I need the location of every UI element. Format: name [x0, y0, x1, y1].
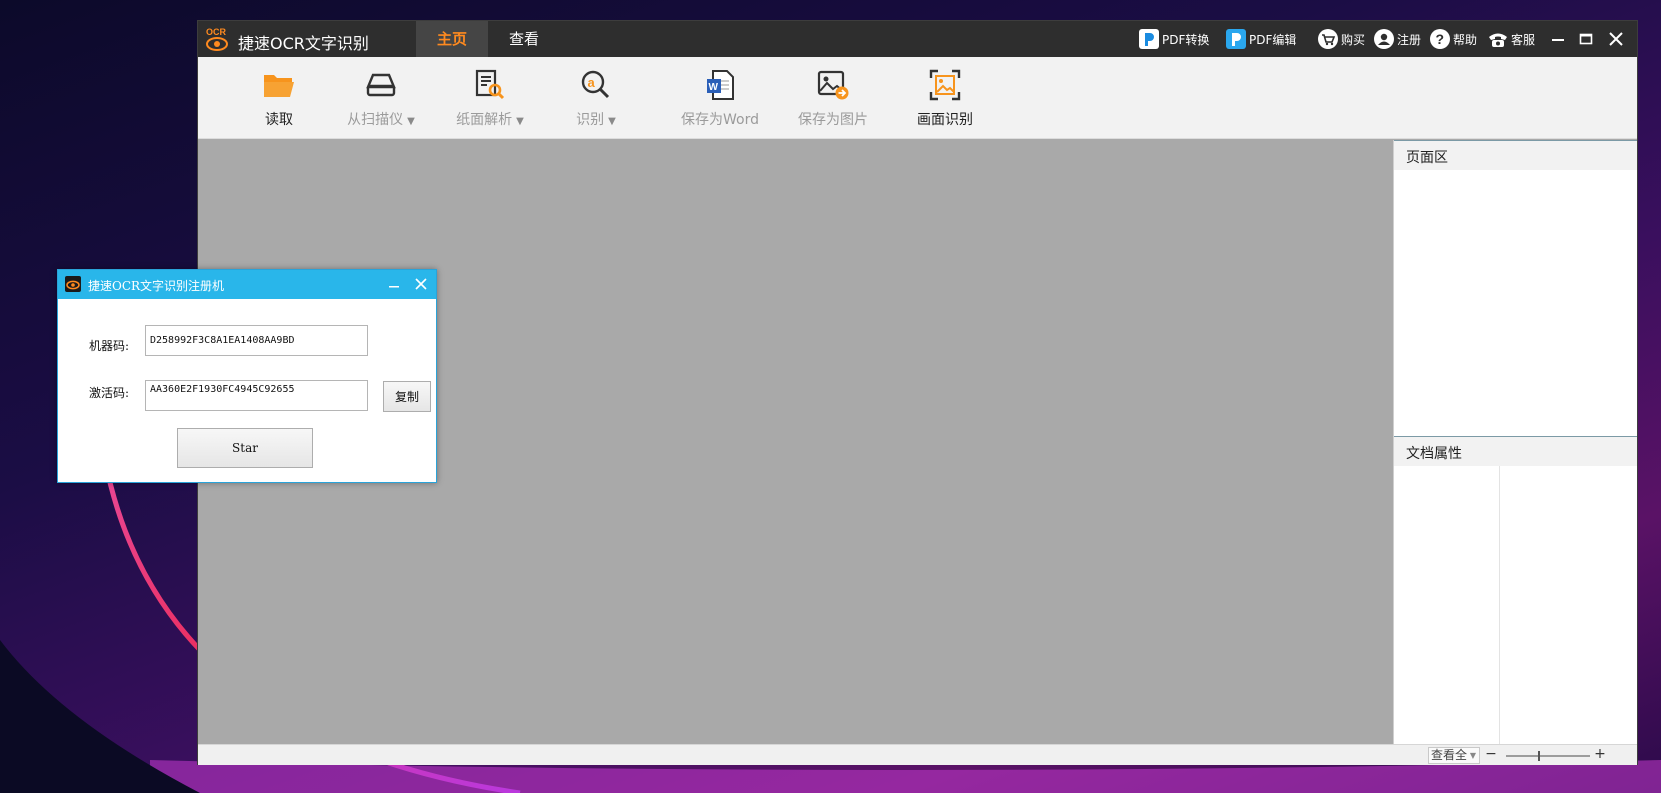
- toolbar: 读取 从扫描仪 ▼ 纸面解析 ▼ a 识别 ▼ W 保存为Word 保存为图片 …: [198, 57, 1637, 139]
- maximize-icon: [1579, 33, 1593, 45]
- page-parse-button[interactable]: 纸面解析 ▼: [445, 67, 535, 135]
- scanner-icon: [366, 73, 396, 97]
- save-word-button[interactable]: W 保存为Word: [678, 67, 762, 135]
- doc-props-header: 文档属性: [1394, 436, 1637, 466]
- dialog-title: 捷速OCR文字识别注册机: [88, 279, 225, 293]
- screen-ocr-button[interactable]: 画面识别: [910, 67, 980, 135]
- pdf-convert-link[interactable]: PDF转换: [1139, 28, 1209, 50]
- help-icon: ?: [1430, 29, 1450, 49]
- phone-icon: [1489, 33, 1507, 47]
- word-file-icon: W: [707, 70, 734, 100]
- folder-open-icon: [264, 75, 294, 97]
- help-label: 帮助: [1453, 32, 1478, 47]
- activation-code-label: 激活码:: [89, 386, 130, 400]
- save-image-button[interactable]: 保存为图片: [791, 67, 875, 135]
- screen-capture-icon: [929, 69, 961, 101]
- tab-view[interactable]: 查看: [488, 21, 560, 57]
- start-button[interactable]: Star: [177, 428, 313, 468]
- register-link[interactable]: 注册: [1374, 28, 1421, 50]
- recognize-icon: a: [581, 70, 610, 99]
- scanner-dropdown-icon: ▼: [407, 116, 415, 127]
- svg-text:?: ?: [1436, 31, 1445, 47]
- zoom-out-button[interactable]: −: [1484, 746, 1498, 762]
- minimize-button[interactable]: [1546, 27, 1570, 51]
- svg-text:OCR: OCR: [206, 27, 227, 37]
- pdf-convert-icon: [1139, 29, 1159, 49]
- close-icon: [415, 278, 427, 290]
- app-title: 捷速OCR文字识别: [238, 34, 369, 53]
- minimize-icon: [389, 286, 399, 288]
- minimize-icon: [1552, 39, 1564, 41]
- screen-ocr-label: 画面识别: [917, 112, 973, 128]
- title-bar: OCR 捷速OCR文字识别 主页 查看 PDF转换 PDF编辑 购买 注册 ? …: [198, 21, 1637, 57]
- service-link[interactable]: 客服: [1488, 28, 1535, 50]
- page-parse-label: 纸面解析: [456, 112, 513, 128]
- svg-text:a: a: [588, 75, 596, 90]
- cart-icon: [1318, 29, 1338, 49]
- pdf-edit-label: PDF编辑: [1249, 32, 1297, 47]
- ocr-logo-icon: OCR: [205, 25, 231, 53]
- zoom-slider[interactable]: [1506, 755, 1590, 757]
- zoom-in-button[interactable]: +: [1593, 746, 1607, 762]
- read-label: 读取: [265, 112, 293, 128]
- svg-text:W: W: [709, 82, 719, 93]
- chevron-down-icon: ▼: [1469, 751, 1476, 760]
- service-label: 客服: [1511, 32, 1536, 47]
- help-link[interactable]: ? 帮助: [1430, 28, 1477, 50]
- close-icon: [1609, 32, 1623, 46]
- register-dialog: 捷速OCR文字识别注册机 机器码: D258992F3C8A1EA1408AA9…: [57, 269, 437, 483]
- register-label: 注册: [1397, 32, 1422, 47]
- activation-code-field[interactable]: AA360E2F1930FC4945C92655: [145, 380, 368, 411]
- read-button[interactable]: 读取: [245, 67, 313, 135]
- dialog-minimize-button[interactable]: [383, 273, 405, 295]
- recognize-dropdown-icon: ▼: [608, 116, 616, 127]
- status-bar: 查看全 ▼ − +: [198, 744, 1637, 765]
- document-search-icon: [475, 69, 505, 100]
- maximize-button[interactable]: [1574, 27, 1598, 51]
- save-word-label: 保存为Word: [681, 112, 759, 128]
- machine-code-field[interactable]: D258992F3C8A1EA1408AA9BD: [145, 325, 368, 356]
- user-icon: [1374, 29, 1394, 49]
- recognize-label: 识别: [576, 112, 605, 128]
- dialog-close-button[interactable]: [410, 273, 432, 295]
- recognize-button[interactable]: a 识别 ▼: [561, 67, 631, 135]
- page-area-list[interactable]: [1394, 170, 1637, 436]
- right-panel: 页面区 文档属性: [1393, 140, 1637, 744]
- zoom-mode-value: 查看全: [1431, 748, 1468, 762]
- buy-label: 购买: [1341, 32, 1366, 47]
- pdf-convert-label: PDF转换: [1162, 32, 1210, 47]
- dialog-app-icon: [65, 276, 81, 292]
- buy-link[interactable]: 购买: [1318, 28, 1365, 50]
- page-parse-dropdown-icon: ▼: [516, 116, 524, 127]
- pdf-edit-link[interactable]: PDF编辑: [1226, 28, 1296, 50]
- dialog-title-bar: 捷速OCR文字识别注册机: [58, 270, 436, 299]
- close-button[interactable]: [1604, 27, 1628, 51]
- zoom-slider-handle[interactable]: [1537, 751, 1540, 761]
- tab-home[interactable]: 主页: [416, 21, 488, 57]
- scanner-label: 从扫描仪: [347, 112, 404, 128]
- pdf-edit-icon: [1226, 29, 1246, 49]
- save-image-label: 保存为图片: [798, 112, 868, 128]
- machine-code-label: 机器码:: [89, 339, 130, 353]
- zoom-mode-select[interactable]: 查看全 ▼: [1428, 747, 1480, 764]
- copy-button[interactable]: 复制: [383, 381, 431, 412]
- save-image-icon: [817, 70, 849, 100]
- scanner-button[interactable]: 从扫描仪 ▼: [336, 67, 426, 135]
- doc-props-column-divider: [1499, 466, 1500, 744]
- page-area-header: 页面区: [1394, 140, 1637, 170]
